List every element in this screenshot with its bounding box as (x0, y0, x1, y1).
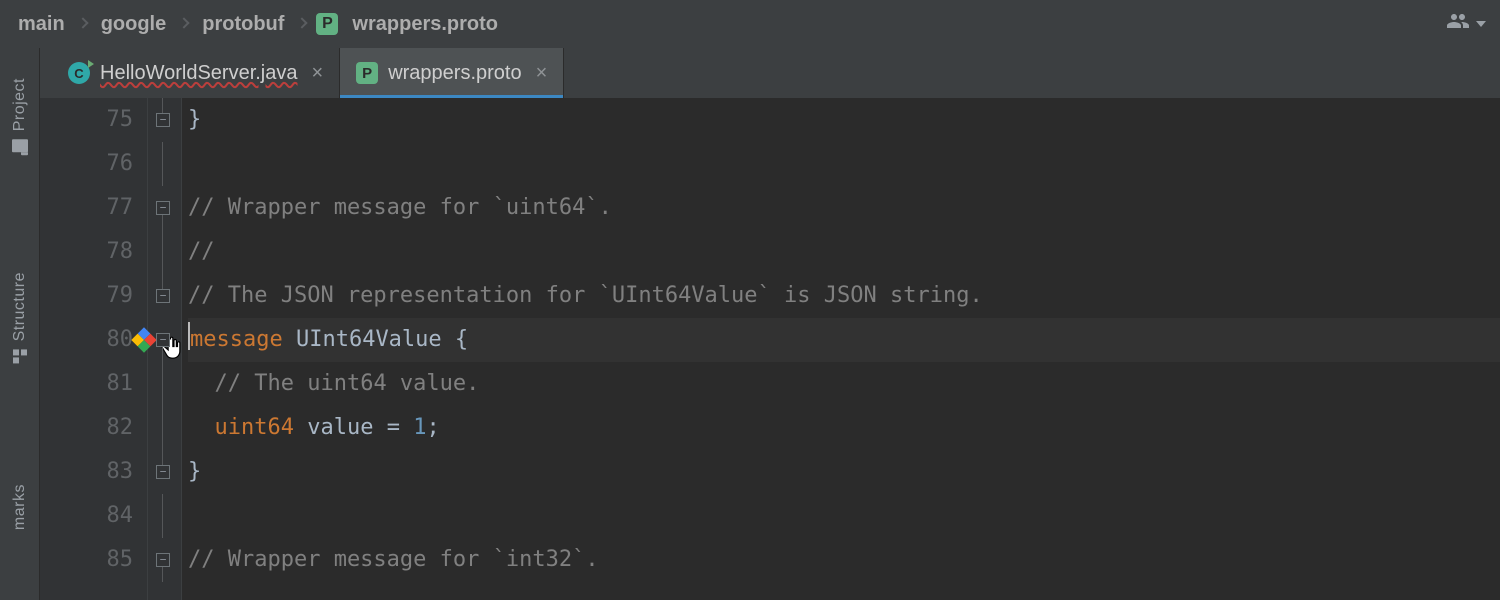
code-line[interactable]: } (188, 98, 1500, 142)
fold-cell[interactable]: − (148, 450, 181, 494)
fold-cell[interactable]: − (148, 186, 181, 230)
fold-toggle-icon[interactable]: − (156, 333, 170, 347)
code-line[interactable]: } (188, 450, 1500, 494)
structure-icon (13, 350, 27, 364)
tool-project-label: Project (11, 78, 29, 131)
fold-toggle-icon[interactable]: − (156, 553, 170, 567)
fold-cell[interactable]: − (148, 98, 181, 142)
breadcrumb-file[interactable]: wrappers.proto (348, 13, 502, 36)
chevron-down-icon[interactable] (1476, 21, 1486, 27)
fold-toggle-icon[interactable]: − (156, 465, 170, 479)
code-line[interactable]: // Wrapper message for `int32`. (188, 538, 1500, 582)
proto-file-icon: P (356, 62, 378, 84)
fold-toggle-icon[interactable]: − (156, 201, 170, 215)
tool-strip: Project Structure marks (0, 48, 40, 600)
code-line[interactable]: // Wrapper message for `uint64`. (188, 186, 1500, 230)
proto-file-icon: P (316, 13, 338, 35)
close-icon[interactable]: × (308, 62, 324, 85)
code-area[interactable]: }// Wrapper message for `uint64`.//// Th… (182, 98, 1500, 600)
tab-bar: C HelloWorldServer.java × P wrappers.pro… (40, 48, 1500, 98)
code-line[interactable] (188, 494, 1500, 538)
fold-cell[interactable]: − (148, 538, 181, 582)
chevron-right-icon (179, 17, 190, 28)
code-line[interactable]: // (188, 230, 1500, 274)
gutter[interactable]: 7576777879808182838485 (40, 98, 148, 600)
chevron-right-icon (77, 17, 88, 28)
gutter-line[interactable]: 81 (40, 362, 133, 406)
breadcrumb-part[interactable]: protobuf (198, 13, 288, 36)
tool-bookmarks-label: marks (11, 484, 29, 530)
fold-cell[interactable] (148, 230, 181, 274)
code-line[interactable]: uint64 value = 1; (188, 406, 1500, 450)
tool-structure-label: Structure (11, 272, 29, 341)
folder-icon (12, 139, 28, 152)
gutter-line[interactable]: 82 (40, 406, 133, 450)
gutter-line[interactable]: 76 (40, 142, 133, 186)
code-line[interactable]: message UInt64Value { (188, 318, 1500, 362)
fold-cell[interactable] (148, 406, 181, 450)
code-line[interactable]: // The JSON representation for `UInt64Va… (188, 274, 1500, 318)
gutter-line[interactable]: 77 (40, 186, 133, 230)
code-editor[interactable]: 7576777879808182838485 − − − − − − } // Wrappe… (40, 98, 1500, 600)
tool-project[interactable]: Project (11, 78, 29, 152)
collaborators-icon[interactable] (1446, 9, 1470, 39)
fold-column[interactable]: − − − − − − (148, 98, 182, 600)
tab-label: wrappers.proto (388, 62, 521, 85)
class-java-icon: C (68, 62, 90, 84)
code-line[interactable]: // The uint64 value. (188, 362, 1500, 406)
tab-label: HelloWorldServer.java (100, 62, 298, 85)
fold-toggle-icon[interactable]: − (156, 113, 170, 127)
gutter-line[interactable]: 78 (40, 230, 133, 274)
fold-cell[interactable] (148, 494, 181, 538)
gutter-line[interactable]: 83 (40, 450, 133, 494)
fold-cell[interactable]: − (148, 318, 181, 362)
gutter-line[interactable]: 75 (40, 98, 133, 142)
gutter-line[interactable]: 79 (40, 274, 133, 318)
fold-cell[interactable]: − (148, 274, 181, 318)
tool-structure[interactable]: Structure (11, 272, 29, 363)
tab-hello-world-server[interactable]: C HelloWorldServer.java × (52, 48, 340, 98)
breadcrumb: main google protobuf P wrappers.proto (0, 0, 1500, 48)
gutter-line[interactable]: 80 (40, 318, 133, 362)
breadcrumb-part[interactable]: main (14, 13, 69, 36)
code-line[interactable] (188, 142, 1500, 186)
fold-cell[interactable] (148, 142, 181, 186)
tool-bookmarks[interactable]: marks (11, 484, 29, 530)
gutter-line[interactable]: 85 (40, 538, 133, 582)
tab-wrappers-proto[interactable]: P wrappers.proto × (340, 48, 564, 98)
fold-toggle-icon[interactable]: − (156, 289, 170, 303)
breadcrumb-part[interactable]: google (97, 13, 171, 36)
close-icon[interactable]: × (532, 62, 548, 85)
fold-cell[interactable] (148, 362, 181, 406)
gutter-line[interactable]: 84 (40, 494, 133, 538)
chevron-right-icon (297, 17, 308, 28)
